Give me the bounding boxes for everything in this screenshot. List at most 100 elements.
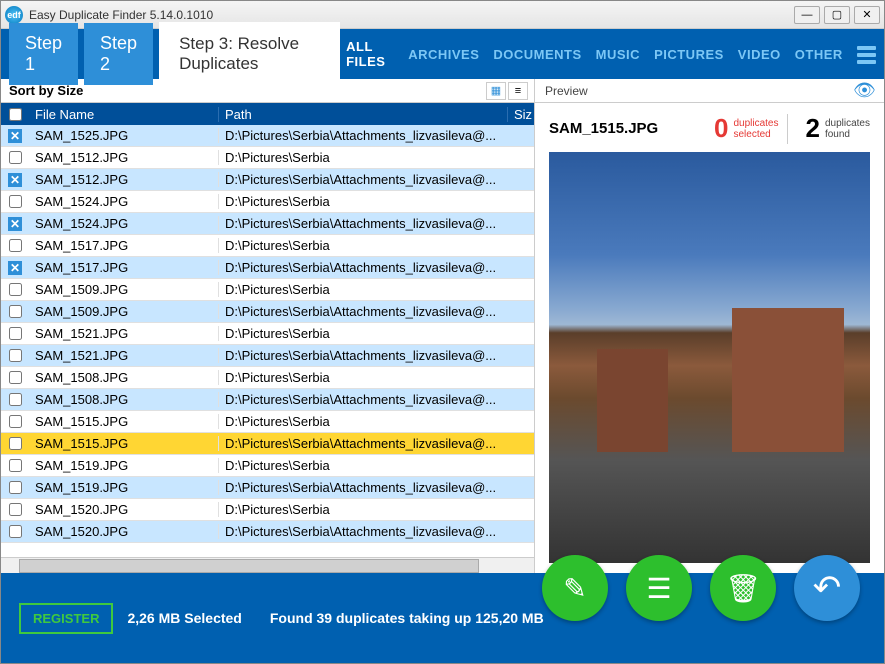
- cell-path: D:\Pictures\Serbia: [219, 370, 534, 385]
- filter-music[interactable]: MUSIC: [596, 47, 640, 62]
- row-delete-mark[interactable]: ✕: [8, 261, 22, 275]
- cell-filename: SAM_1524.JPG: [29, 216, 219, 231]
- register-button[interactable]: REGISTER: [19, 603, 113, 634]
- duplicates-found-count: 2: [806, 113, 820, 144]
- eye-icon[interactable]: 👁: [853, 80, 876, 101]
- header: Step 1 Step 2 Step 3: Resolve Duplicates…: [1, 29, 884, 79]
- filter-all-files[interactable]: ALL FILES: [346, 39, 394, 69]
- cell-filename: SAM_1519.JPG: [29, 480, 219, 495]
- table-row[interactable]: ✕SAM_1517.JPGD:\Pictures\Serbia\Attachme…: [1, 257, 534, 279]
- cell-path: D:\Pictures\Serbia: [219, 502, 534, 517]
- horizontal-scrollbar[interactable]: [1, 557, 534, 573]
- grid-view-icon[interactable]: ▦: [486, 82, 506, 100]
- row-checkbox[interactable]: [9, 481, 22, 494]
- cell-path: D:\Pictures\Serbia\Attachments_lizvasile…: [219, 172, 534, 187]
- undo-button[interactable]: ↶: [794, 555, 860, 621]
- cell-filename: SAM_1515.JPG: [29, 436, 219, 451]
- cell-path: D:\Pictures\Serbia\Attachments_lizvasile…: [219, 392, 534, 407]
- row-delete-mark[interactable]: ✕: [8, 217, 22, 231]
- tab-step3[interactable]: Step 3: Resolve Duplicates: [159, 22, 340, 86]
- hamburger-menu-icon[interactable]: [857, 43, 876, 65]
- table-row[interactable]: ✕SAM_1512.JPGD:\Pictures\Serbia\Attachme…: [1, 169, 534, 191]
- cell-filename: SAM_1508.JPG: [29, 370, 219, 385]
- cell-filename: SAM_1525.JPG: [29, 128, 219, 143]
- stat-divider: [787, 114, 788, 144]
- table-row[interactable]: SAM_1515.JPGD:\Pictures\Serbia\Attachmen…: [1, 433, 534, 455]
- cell-filename: SAM_1515.JPG: [29, 414, 219, 429]
- col-filename[interactable]: File Name: [29, 107, 219, 122]
- filter-other[interactable]: OTHER: [795, 47, 843, 62]
- table-row[interactable]: SAM_1520.JPGD:\Pictures\Serbia\Attachmen…: [1, 521, 534, 543]
- row-checkbox[interactable]: [9, 393, 22, 406]
- cell-path: D:\Pictures\Serbia\Attachments_lizvasile…: [219, 128, 534, 143]
- table-row[interactable]: SAM_1520.JPGD:\Pictures\Serbia: [1, 499, 534, 521]
- row-checkbox[interactable]: [9, 151, 22, 164]
- table-row[interactable]: SAM_1509.JPGD:\Pictures\Serbia: [1, 279, 534, 301]
- table-row[interactable]: SAM_1524.JPGD:\Pictures\Serbia: [1, 191, 534, 213]
- row-checkbox[interactable]: [9, 283, 22, 296]
- row-checkbox[interactable]: [9, 195, 22, 208]
- duplicates-found-label: duplicatesfound: [825, 118, 870, 140]
- row-checkbox[interactable]: [9, 349, 22, 362]
- filter-archives[interactable]: ARCHIVES: [408, 47, 479, 62]
- row-checkbox[interactable]: [9, 503, 22, 516]
- table-row[interactable]: SAM_1508.JPGD:\Pictures\Serbia\Attachmen…: [1, 389, 534, 411]
- tab-step2[interactable]: Step 2: [84, 23, 153, 85]
- preview-image: [549, 152, 870, 563]
- list-button[interactable]: ☰: [626, 555, 692, 621]
- row-checkbox[interactable]: [9, 371, 22, 384]
- filter-video[interactable]: VIDEO: [738, 47, 781, 62]
- table-row[interactable]: SAM_1508.JPGD:\Pictures\Serbia: [1, 367, 534, 389]
- table-row[interactable]: SAM_1519.JPGD:\Pictures\Serbia\Attachmen…: [1, 477, 534, 499]
- maximize-button[interactable]: ▢: [824, 6, 850, 24]
- cell-filename: SAM_1520.JPG: [29, 524, 219, 539]
- cell-path: D:\Pictures\Serbia\Attachments_lizvasile…: [219, 480, 534, 495]
- sort-label[interactable]: Sort by Size: [1, 83, 486, 98]
- row-checkbox[interactable]: [9, 525, 22, 538]
- filter-pictures[interactable]: PICTURES: [654, 47, 724, 62]
- preview-label-text: Preview: [545, 84, 588, 98]
- preview-label: Preview 👁: [534, 79, 884, 102]
- minimize-button[interactable]: ―: [794, 6, 820, 24]
- row-checkbox[interactable]: [9, 327, 22, 340]
- row-checkbox[interactable]: [9, 239, 22, 252]
- cell-filename: SAM_1508.JPG: [29, 392, 219, 407]
- tab-step1[interactable]: Step 1: [9, 23, 78, 85]
- delete-button[interactable]: 🗑: [710, 555, 776, 621]
- cell-path: D:\Pictures\Serbia: [219, 326, 534, 341]
- table-body[interactable]: ✕SAM_1525.JPGD:\Pictures\Serbia\Attachme…: [1, 125, 534, 557]
- table-row[interactable]: ✕ SAM_1525.JPGD:\Pictures\Serbia\Attachme…: [1, 125, 534, 147]
- row-delete-mark[interactable]: ✕: [8, 129, 22, 143]
- table-row[interactable]: SAM_1512.JPGD:\Pictures\Serbia: [1, 147, 534, 169]
- cell-path: D:\Pictures\Serbia\Attachments_lizvasile…: [219, 216, 534, 231]
- selection-size: 2,26 MB Selected: [127, 610, 241, 626]
- preview-filename: SAM_1515.JPG: [549, 120, 704, 137]
- table-row[interactable]: SAM_1521.JPGD:\Pictures\Serbia: [1, 323, 534, 345]
- row-delete-mark[interactable]: ✕: [8, 173, 22, 187]
- col-size[interactable]: Siz: [508, 107, 534, 122]
- table-row[interactable]: ✕ SAM_1524.JPGD:\Pictures\Serbia\Attachme…: [1, 213, 534, 235]
- cell-path: D:\Pictures\Serbia: [219, 238, 534, 253]
- cell-path: D:\Pictures\Serbia: [219, 282, 534, 297]
- select-all-checkbox[interactable]: [9, 108, 22, 121]
- row-checkbox[interactable]: [9, 459, 22, 472]
- files-table: File Name Path Siz ✕SAM_1525.JPGD:\Pictu…: [1, 103, 534, 573]
- window-title: Easy Duplicate Finder 5.14.0.1010: [29, 8, 794, 22]
- close-button[interactable]: ✕: [854, 6, 880, 24]
- cell-filename: SAM_1524.JPG: [29, 194, 219, 209]
- row-checkbox[interactable]: [9, 305, 22, 318]
- cell-path: D:\Pictures\Serbia\Attachments_lizvasile…: [219, 260, 534, 275]
- table-row[interactable]: SAM_1519.JPGD:\Pictures\Serbia: [1, 455, 534, 477]
- table-row[interactable]: SAM_1509.JPGD:\Pictures\Serbia\Attachmen…: [1, 301, 534, 323]
- row-checkbox[interactable]: [9, 415, 22, 428]
- table-row[interactable]: SAM_1521.JPGD:\Pictures\Serbia\Attachmen…: [1, 345, 534, 367]
- table-row[interactable]: SAM_1517.JPGD:\Pictures\Serbia: [1, 235, 534, 257]
- cell-path: D:\Pictures\Serbia\Attachments_lizvasile…: [219, 524, 534, 539]
- filter-documents[interactable]: DOCUMENTS: [493, 47, 581, 62]
- cell-path: D:\Pictures\Serbia: [219, 194, 534, 209]
- row-checkbox[interactable]: [9, 437, 22, 450]
- edit-button[interactable]: ✎: [542, 555, 608, 621]
- col-path[interactable]: Path: [219, 107, 508, 122]
- list-view-icon[interactable]: ≡: [508, 82, 528, 100]
- table-row[interactable]: SAM_1515.JPGD:\Pictures\Serbia: [1, 411, 534, 433]
